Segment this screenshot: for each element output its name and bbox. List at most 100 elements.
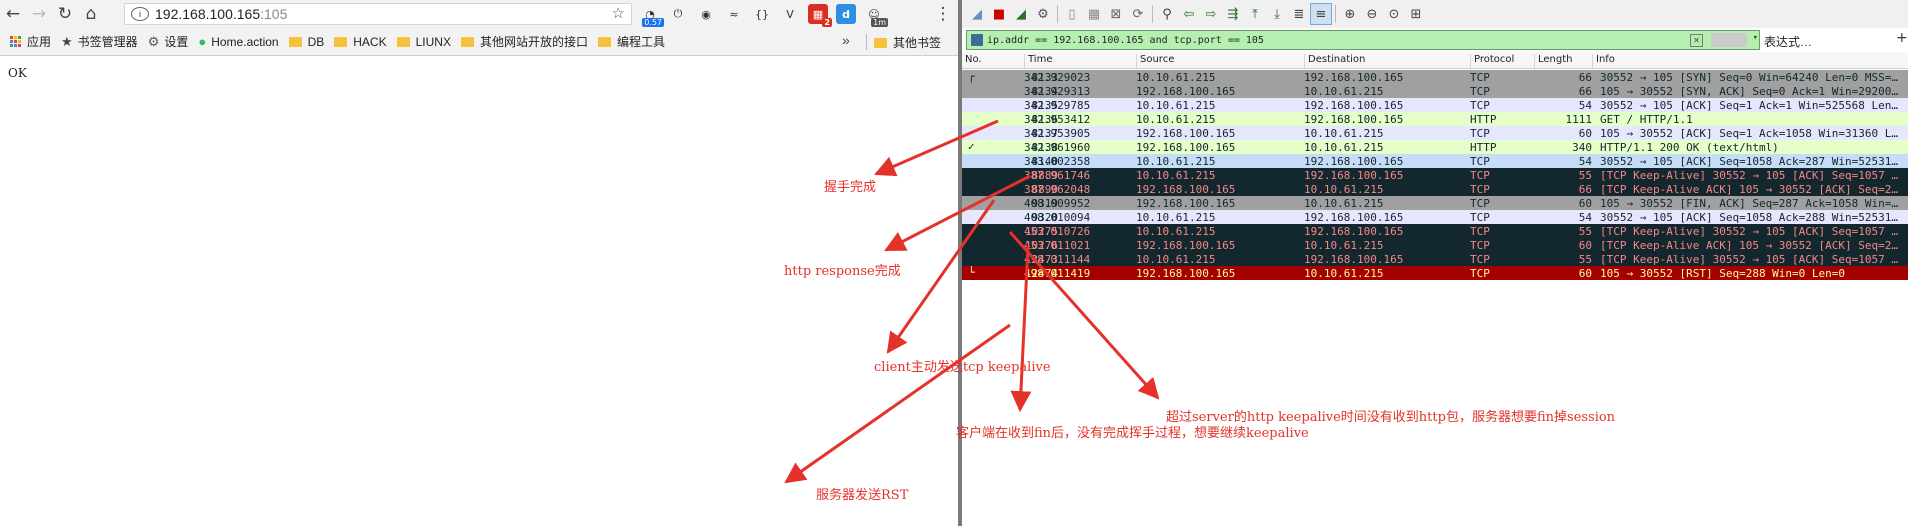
reload-icon: ↻ [57,4,73,24]
bookmark-item[interactable]: ★ 书签管理器 [61,33,138,50]
packet-row[interactable]: 8889 387.961746 10.10.61.215 192.168.100.16… [962,168,1908,182]
packet-row[interactable]: └ 12474 498.011419 192.168.100.165 10.10.61.… [962,266,1908,280]
zoom-in-button[interactable]: ⊕ [1339,3,1361,25]
chevron-down-icon[interactable]: ▾ [1753,33,1758,43]
resize-columns-button[interactable]: ⊞ [1405,3,1427,25]
column-header-source[interactable]: Source [1136,54,1304,68]
add-filter-button[interactable]: + [1896,30,1908,46]
power-extension-button[interactable]: ⏻ [668,4,688,24]
bookmark-item[interactable]: ● Home.action [198,34,278,49]
packet-row[interactable]: 10275 453.010726 10.10.61.215 192.168.100.1… [962,224,1908,238]
wireshark-window: ◢ ■ ◢ ⚙ ▯ ▦ ⊠ ⟳ ⚲ ⇦ ⇨ ⇶ ⤒ ⤓ ≣ ≡ ⊕ ⊖ ⊙ ⊞ … [962,0,1908,526]
packet-row[interactable]: 8890 387.962048 192.168.100.165 10.10.61.21… [962,182,1908,196]
packet-cell-info: 30552 → 105 [SYN] Seq=0 Win=64240 Len=0 … [1600,71,1899,84]
bookmark-item[interactable]: HACK [334,34,387,49]
packet-cell-proto: TCP [1470,155,1490,168]
packet-row[interactable]: 8134 342.929313 192.168.100.165 10.10.61.21… [962,84,1908,98]
packet-cell-proto: HTTP [1470,113,1497,126]
restart-capture-button[interactable]: ◢ [1010,3,1032,25]
packet-cell-dst: 10.10.61.215 [1304,239,1384,252]
shark-fin-start-button[interactable]: ◢ [966,3,988,25]
reload-file-button[interactable]: ⟳ [1127,3,1149,25]
find-packet-button[interactable]: ⚲ [1156,3,1178,25]
bookmark-item[interactable]: 应用 [10,33,51,50]
packet-cell-proto: TCP [1470,197,1490,210]
column-header-protocol[interactable]: Protocol [1470,54,1534,68]
zoom-out-button[interactable]: ⊖ [1361,3,1383,25]
column-header-length[interactable]: Length [1534,54,1592,68]
code-extension-button[interactable]: {} [752,4,772,24]
go-back-button[interactable]: ⇦ [1178,3,1200,25]
bookmark-label: HACK [353,34,387,49]
other-bookmarks-label: 其他书签 [893,36,942,50]
packet-cell-dst: 192.168.100.165 [1304,155,1404,168]
column-header-info[interactable]: Info [1592,54,1908,68]
other-bookmarks-folder[interactable]: 其他书签 [874,34,941,51]
go-to-packet-button[interactable]: ⇶ [1222,3,1244,25]
d-extension-button[interactable]: d [836,4,856,24]
go-forward-button[interactable]: ⇨ [1200,3,1222,25]
packet-row[interactable]: 12473 498.011144 10.10.61.215 192.168.100.1… [962,252,1908,266]
info-icon[interactable]: i [131,7,149,21]
packet-cell-dst: 10.10.61.215 [1304,85,1384,98]
open-file-button[interactable]: ▯ [1061,3,1083,25]
forward-button[interactable]: → [26,1,52,27]
packet-row[interactable]: 8140 343.002358 10.10.61.215 192.168.100.16… [962,154,1908,168]
packet-row[interactable]: 9320 408.010094 10.10.61.215 192.168.100.16… [962,210,1908,224]
bookmark-item[interactable]: ⚙ 设置 [148,33,189,50]
ring-extension-button[interactable]: ◉ [696,4,716,24]
colorize-button[interactable]: ≡ [1310,3,1332,25]
auto-scroll-button[interactable]: ≣ [1288,3,1310,25]
person-extension-button[interactable]: ☺ 1m [864,4,888,27]
save-file-button[interactable]: ▦ [1083,3,1105,25]
close-file-button[interactable]: ⊠ [1105,3,1127,25]
packet-cell-len: 1111 [1565,113,1593,126]
bookmark-item[interactable]: 其他网站开放的接口 [460,33,588,50]
bookmark-item[interactable]: DB [288,35,324,49]
clear-filter-icon[interactable]: ✕ [1690,34,1703,47]
bookmark-star-icon[interactable]: ☆ [612,4,625,22]
restart-icon: ◢ [1016,6,1026,22]
bookmarks-overflow-button[interactable]: » [842,32,850,48]
list-icon: ≣ [1293,6,1305,22]
packet-row[interactable]: ┌ 8133 342.929023 10.10.61.215 192.168.100.1… [962,70,1908,84]
back-button[interactable]: ← [0,1,26,27]
v-extension-button[interactable]: V [780,4,800,24]
column-header-destination[interactable]: Destination [1304,54,1470,68]
capture-options-button[interactable]: ⚙ [1032,3,1054,25]
column-header-no[interactable]: No. [962,54,1024,68]
home-button[interactable]: ⌂ [78,1,104,27]
last-packet-button[interactable]: ⤓ [1266,3,1288,25]
expression-button[interactable]: 表达式… [1764,33,1812,50]
menu-button[interactable]: ⋮ [930,1,956,27]
translate-extension-button[interactable]: ≈ [724,4,744,24]
packet-row[interactable]: ✓ 8138 342.961960 192.168.100.165 10.10.61.2… [962,140,1908,154]
packet-row[interactable]: 10276 453.011021 192.168.100.165 10.10.61.2… [962,238,1908,252]
packet-cell-time: 453.010726 [1024,225,1091,238]
bookmark-filter-icon[interactable] [971,34,983,46]
reload-button[interactable]: ↻ [52,1,78,27]
packet-row[interactable]: 8135 342.929785 10.10.61.215 192.168.100.16… [962,98,1908,112]
zoom-reset-button[interactable]: ⊙ [1383,3,1405,25]
address-bar[interactable]: i 192.168.100.165:105 ☆ [124,3,632,25]
packet-cell-len: 55 [1578,253,1592,266]
display-filter-input[interactable]: ip.addr == 192.168.100.165 and tcp.port … [966,30,1760,50]
apply-filter-button[interactable] [1711,33,1747,47]
packet-row[interactable]: 9319 408.009952 192.168.100.165 10.10.61.21… [962,196,1908,210]
colorize-icon: ≡ [1315,6,1327,22]
first-packet-button[interactable]: ⤒ [1244,3,1266,25]
packet-row[interactable]: 8136 342.953412 10.10.61.215 192.168.100.16… [962,112,1908,126]
speed-gauge-extension-button[interactable]: ◔ 0.57 [640,4,664,27]
apps-icon [10,36,21,47]
packet-cell-src: 192.168.100.165 [1136,267,1236,280]
packet-row[interactable]: 8137 342.953905 192.168.100.165 10.10.61.21… [962,126,1908,140]
wireshark-toolbar: ◢ ■ ◢ ⚙ ▯ ▦ ⊠ ⟳ ⚲ ⇦ ⇨ ⇶ ⤒ ⤓ ≣ ≡ ⊕ ⊖ ⊙ ⊞ [962,0,1908,28]
folder-icon [396,36,410,47]
bookmark-item[interactable]: 编程工具 [597,33,665,50]
bookmark-item[interactable]: LIUNX [396,35,451,49]
packet-list-header: No. Time Source Destination Protocol Len… [962,52,1908,69]
column-header-time[interactable]: Time [1024,54,1136,68]
grid-extension-button[interactable]: ▦ 2 [808,4,832,27]
stop-capture-button[interactable]: ■ [988,3,1010,25]
packet-cell-len: 66 [1578,71,1592,84]
